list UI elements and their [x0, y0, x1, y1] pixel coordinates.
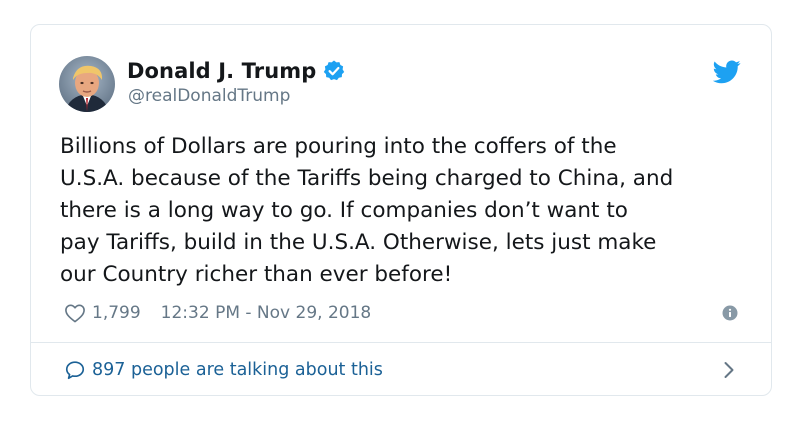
author-handle[interactable]: @realDonaldTrump [128, 86, 290, 106]
author-name-row[interactable]: Donald J. Trump [127, 58, 346, 84]
avatar[interactable] [59, 56, 115, 112]
tweet-text: Billions of Dollars are pouring into the… [60, 134, 674, 287]
author-name[interactable]: Donald J. Trump [127, 59, 316, 83]
info-icon[interactable] [722, 305, 738, 321]
tweet-timestamp[interactable]: 12:32 PM - Nov 29, 2018 [161, 303, 372, 323]
heart-icon[interactable] [64, 303, 86, 323]
like-count[interactable]: 1,799 [92, 303, 141, 323]
twitter-bird-icon[interactable] [712, 60, 741, 84]
avatar-image [59, 56, 115, 112]
chevron-right-icon[interactable] [723, 360, 735, 380]
tweet-card: Donald J. Trump @realDonaldTrump Billion… [30, 24, 772, 396]
tweet-meta: 1,799 12:32 PM - Nov 29, 2018 [64, 300, 371, 326]
conversation-label[interactable]: 897 people are talking about this [92, 360, 383, 380]
conversation-link[interactable]: 897 people are talking about this [64, 356, 383, 384]
divider [31, 342, 771, 343]
verified-badge-icon [322, 59, 346, 83]
speech-bubble-icon [64, 359, 86, 381]
